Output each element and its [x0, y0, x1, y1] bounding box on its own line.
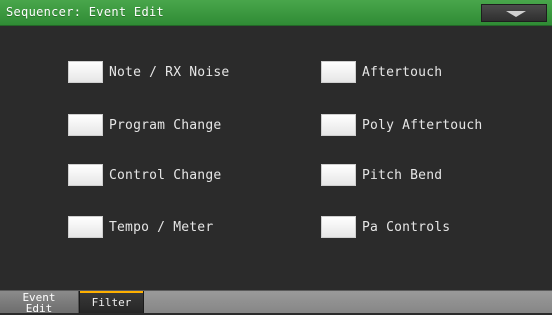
checkbox[interactable] [68, 164, 103, 186]
checkbox[interactable] [321, 114, 356, 136]
filter-note-rx-noise[interactable]: Note / RX Noise [68, 60, 229, 84]
filter-pa-controls[interactable]: Pa Controls [321, 215, 450, 239]
filter-poly-aftertouch[interactable]: Poly Aftertouch [321, 113, 482, 137]
filter-control-change[interactable]: Control Change [68, 163, 221, 187]
checkbox[interactable] [68, 61, 103, 83]
tab-filter[interactable]: Filter [79, 291, 144, 313]
checkbox[interactable] [68, 114, 103, 136]
checkbox[interactable] [321, 61, 356, 83]
tab-label: Filter [91, 296, 132, 309]
checkbox-label: Note / RX Noise [109, 64, 230, 80]
checkbox[interactable] [321, 164, 356, 186]
tab-event-edit[interactable]: Event Edit [0, 291, 79, 315]
checkbox-label: Poly Aftertouch [362, 117, 483, 133]
checkbox[interactable] [68, 216, 103, 238]
checkbox-label: Program Change [109, 117, 222, 133]
bottom-tab-bar: Event Edit Filter [0, 290, 552, 315]
checkbox-label: Pa Controls [362, 219, 451, 235]
checkbox-label: Aftertouch [362, 64, 443, 80]
checkbox-label: Control Change [109, 167, 222, 183]
title-bar: Sequencer: Event Edit [0, 0, 552, 26]
tab-label-line2: Edit [25, 302, 53, 315]
page-title: Sequencer: Event Edit [6, 5, 165, 19]
checkbox-label: Pitch Bend [362, 167, 443, 183]
filter-program-change[interactable]: Program Change [68, 113, 221, 137]
filter-tempo-meter[interactable]: Tempo / Meter [68, 215, 213, 239]
chevron-down-icon [506, 11, 526, 17]
active-tab-indicator [80, 291, 143, 293]
filter-pitch-bend[interactable]: Pitch Bend [321, 163, 442, 187]
filter-panel: Note / RX Noise Program Change Control C… [0, 26, 552, 292]
page-menu-button[interactable] [481, 4, 547, 22]
filter-aftertouch[interactable]: Aftertouch [321, 60, 442, 84]
event-edit-window: Sequencer: Event Edit Note / RX Noise Pr… [0, 0, 552, 315]
checkbox[interactable] [321, 216, 356, 238]
checkbox-label: Tempo / Meter [109, 219, 214, 235]
